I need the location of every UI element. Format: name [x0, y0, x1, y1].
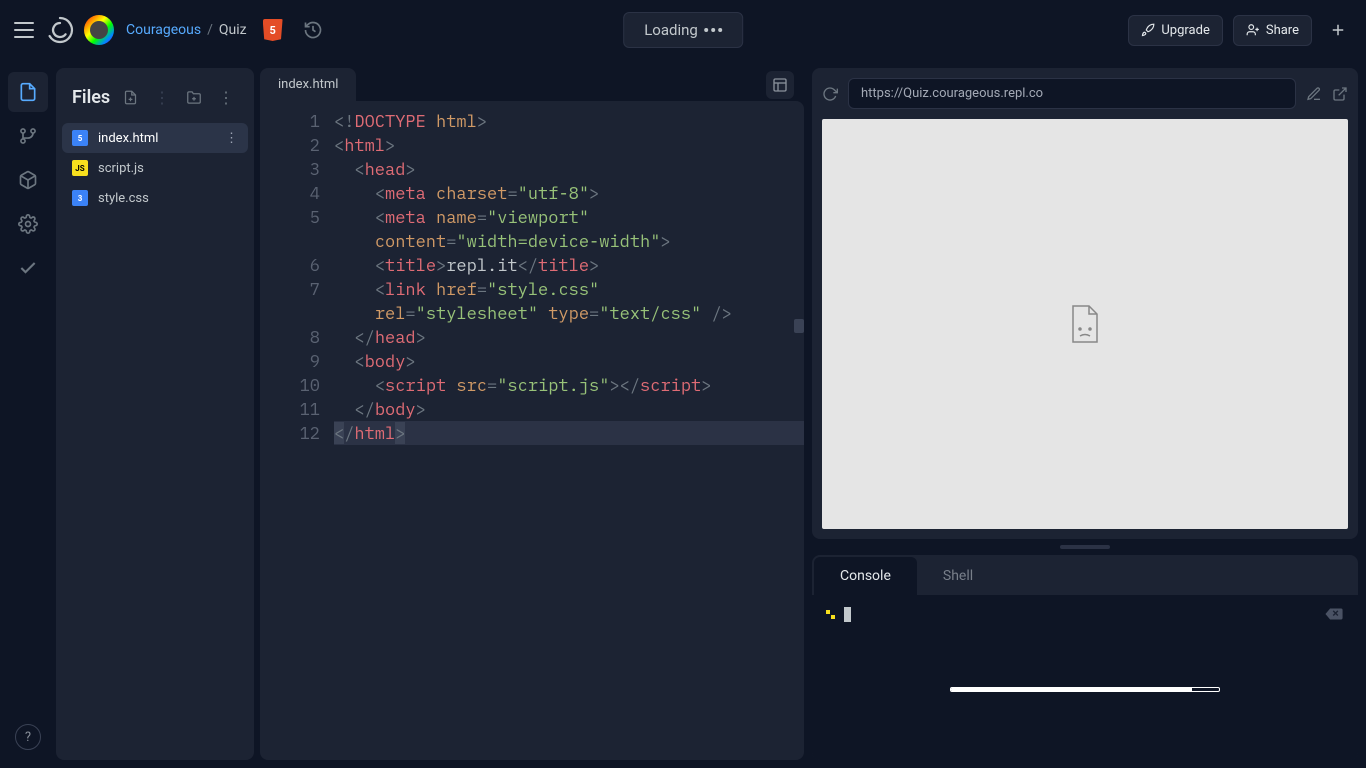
- progress-fill: [951, 688, 1192, 691]
- file-name: index.html: [98, 131, 158, 146]
- preview-frame: [822, 119, 1348, 529]
- branch-icon: [18, 126, 38, 146]
- console-body[interactable]: [812, 595, 1358, 760]
- rail-help: ?: [15, 724, 41, 750]
- file-item[interactable]: 3 style.css: [62, 183, 248, 213]
- editor-panel: index.html 123456789101112 <!DOCTYPE htm…: [260, 68, 804, 760]
- file-list: 5 index.html ⋮ JS script.js 3 style.css: [62, 123, 248, 213]
- reload-icon[interactable]: [822, 86, 838, 102]
- gear-icon: [18, 214, 38, 234]
- share-button[interactable]: Share: [1233, 15, 1312, 46]
- prompt-icon: [826, 610, 836, 620]
- share-label: Share: [1266, 23, 1299, 38]
- scrollbar-thumb[interactable]: [794, 319, 804, 333]
- user-plus-icon: [1246, 23, 1260, 37]
- html5-icon: 5: [263, 19, 283, 41]
- file-more-icon[interactable]: ⋮: [225, 131, 238, 146]
- preview-url-input[interactable]: https://Quiz.courageous.repl.co: [848, 78, 1296, 109]
- editor-tabs: index.html: [260, 68, 804, 101]
- file-item[interactable]: 5 index.html ⋮: [62, 123, 248, 153]
- rail-packages[interactable]: [8, 160, 48, 200]
- resize-handle[interactable]: [1060, 545, 1110, 549]
- preview-actions: [1306, 86, 1348, 102]
- preview-url-bar: https://Quiz.courageous.repl.co: [822, 78, 1348, 109]
- editor-tab[interactable]: index.html: [260, 68, 356, 101]
- preview-panel: https://Quiz.courageous.repl.co ConsoleS…: [812, 68, 1358, 760]
- breadcrumb-user[interactable]: Courageous: [126, 22, 201, 38]
- html-file-icon: 5: [72, 130, 88, 146]
- breadcrumb-project[interactable]: Quiz: [219, 22, 247, 38]
- files-panel: Files ⋮ ⋮ 5 index.html ⋮ JS script.js 3 style.…: [56, 68, 254, 760]
- user-avatar[interactable]: [84, 15, 114, 45]
- divider: ⋮: [150, 86, 174, 109]
- clear-console-icon[interactable]: [1324, 607, 1344, 621]
- history-icon[interactable]: [303, 20, 323, 40]
- console-tab-console[interactable]: Console: [814, 557, 917, 595]
- loading-dots-icon: [704, 28, 722, 32]
- file-name: script.js: [98, 161, 144, 176]
- check-icon: [18, 258, 38, 278]
- js-file-icon: JS: [72, 160, 88, 176]
- preview-browser: https://Quiz.courageous.repl.co: [812, 68, 1358, 539]
- loading-label: Loading: [644, 21, 698, 39]
- file-name: style.css: [98, 191, 149, 206]
- breadcrumb-separator: /: [207, 22, 213, 38]
- broken-page-icon: [1068, 304, 1102, 344]
- upgrade-button[interactable]: Upgrade: [1128, 15, 1222, 46]
- help-button[interactable]: ?: [15, 724, 41, 750]
- rail-check[interactable]: [8, 248, 48, 288]
- rail-settings[interactable]: [8, 204, 48, 244]
- main-layout: ? Files ⋮ ⋮ 5 index.html ⋮ JS script.js 3 styl…: [0, 60, 1366, 768]
- breadcrumb: Courageous / Quiz: [126, 22, 247, 38]
- console-prompt: [826, 607, 1344, 622]
- files-header: Files ⋮ ⋮: [62, 80, 248, 123]
- app-header: Courageous / Quiz 5 Loading Upgrade Shar…: [0, 0, 1366, 60]
- sidebar-rail: ?: [0, 60, 56, 768]
- console-tabs: ConsoleShell: [812, 555, 1358, 595]
- new-file-icon[interactable]: [119, 87, 142, 108]
- replit-logo-icon[interactable]: [44, 14, 76, 46]
- layout-icon[interactable]: [766, 71, 794, 99]
- menu-icon[interactable]: [12, 18, 36, 42]
- package-icon: [18, 170, 38, 190]
- file-icon: [18, 81, 38, 103]
- rocket-icon: [1141, 23, 1155, 37]
- console-cursor: [844, 607, 851, 622]
- css-file-icon: 3: [72, 190, 88, 206]
- code-editor[interactable]: 123456789101112 <!DOCTYPE html> <html> <…: [260, 101, 804, 760]
- console-panel: ConsoleShell: [812, 555, 1358, 760]
- new-button[interactable]: [1322, 14, 1354, 46]
- file-item[interactable]: JS script.js: [62, 153, 248, 183]
- rail-files[interactable]: [8, 72, 48, 112]
- loading-progress: [950, 687, 1220, 692]
- code-content: <!DOCTYPE html> <html> <head> <meta char…: [334, 101, 804, 760]
- line-gutter: 123456789101112: [260, 101, 334, 760]
- console-tab-shell[interactable]: Shell: [917, 557, 999, 595]
- open-external-icon[interactable]: [1332, 86, 1348, 102]
- new-folder-icon[interactable]: [182, 88, 206, 107]
- plus-icon: [1329, 21, 1347, 39]
- files-title: Files: [72, 87, 111, 108]
- header-actions: Upgrade Share: [1128, 14, 1354, 46]
- files-more-icon[interactable]: ⋮: [214, 86, 238, 109]
- editor-tab-actions: [766, 71, 804, 99]
- upgrade-label: Upgrade: [1161, 23, 1209, 38]
- edit-url-icon[interactable]: [1306, 86, 1322, 102]
- rail-vcs[interactable]: [8, 116, 48, 156]
- run-status: Loading: [623, 12, 743, 48]
